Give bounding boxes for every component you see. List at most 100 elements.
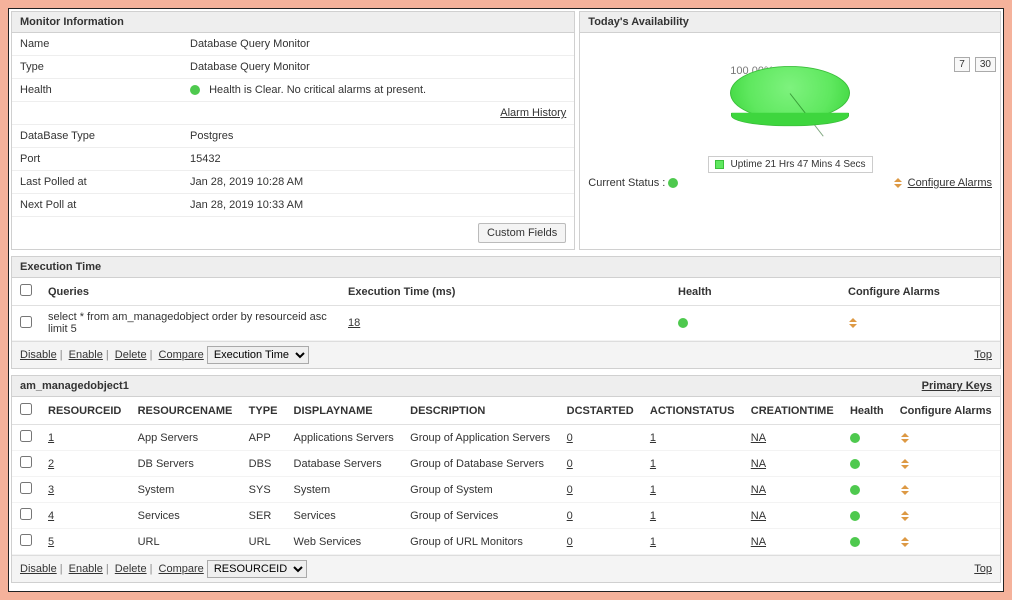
resourcename-cell: URL bbox=[130, 529, 241, 555]
dbtype-value: Postgres bbox=[182, 125, 574, 148]
availability-legend: Uptime 21 Hrs 47 Mins 4 Secs bbox=[708, 156, 873, 173]
resourcename-cell: App Servers bbox=[130, 425, 241, 451]
row-health-icon bbox=[850, 433, 860, 443]
dcstarted-link[interactable]: 0 bbox=[567, 510, 573, 522]
health-value: Health is Clear. No critical alarms at p… bbox=[209, 84, 426, 96]
resourceid-link[interactable]: 5 bbox=[48, 536, 54, 548]
exec-row-checkbox[interactable] bbox=[20, 316, 32, 328]
col-dcstarted: DCSTARTED bbox=[559, 397, 642, 425]
resourcename-cell: System bbox=[130, 477, 241, 503]
port-label: Port bbox=[12, 148, 182, 171]
availability-panel: Today's Availability 100.00% 7 30 Uptime… bbox=[579, 11, 1001, 250]
managed-compare-select[interactable]: RESOURCEID bbox=[207, 560, 307, 578]
managed-delete-link[interactable]: Delete bbox=[115, 563, 147, 575]
type-cell: APP bbox=[241, 425, 286, 451]
legend-text: Uptime 21 Hrs 47 Mins 4 Secs bbox=[731, 159, 866, 170]
displayname-cell: Applications Servers bbox=[286, 425, 403, 451]
row-config-alarm-icon[interactable] bbox=[900, 432, 912, 444]
row-checkbox[interactable] bbox=[20, 430, 32, 442]
resourcename-cell: DB Servers bbox=[130, 451, 241, 477]
type-cell: SYS bbox=[241, 477, 286, 503]
creationtime-link[interactable]: NA bbox=[751, 536, 766, 548]
legend-swatch-icon bbox=[715, 160, 724, 169]
row-checkbox[interactable] bbox=[20, 508, 32, 520]
managed-top-link[interactable]: Top bbox=[974, 563, 992, 575]
managed-compare-link[interactable]: Compare bbox=[159, 563, 204, 575]
description-cell: Group of Application Servers bbox=[402, 425, 559, 451]
name-value: Database Query Monitor bbox=[182, 33, 574, 56]
row-config-alarm-icon[interactable] bbox=[900, 510, 912, 522]
creationtime-link[interactable]: NA bbox=[751, 484, 766, 496]
table-row: 5URLURLWeb ServicesGroup of URL Monitors… bbox=[12, 529, 1000, 555]
col-description: DESCRIPTION bbox=[402, 397, 559, 425]
col-type: TYPE bbox=[241, 397, 286, 425]
table-row: 1 App ServersAPPApplications ServersGroup… bbox=[12, 425, 1000, 451]
description-cell: Group of Services bbox=[402, 503, 559, 529]
managed-select-all-checkbox[interactable] bbox=[20, 403, 32, 415]
configure-alarms-link[interactable]: Configure Alarms bbox=[908, 177, 992, 189]
col-health: Health bbox=[670, 278, 840, 306]
exec-delete-link[interactable]: Delete bbox=[115, 349, 147, 361]
table-row: 4ServicesSERServicesGroup of Services01N… bbox=[12, 503, 1000, 529]
actionstatus-link[interactable]: 1 bbox=[650, 536, 656, 548]
managed-disable-link[interactable]: Disable bbox=[20, 563, 57, 575]
col-creationtime: CREATIONTIME bbox=[743, 397, 842, 425]
row-config-alarm-icon[interactable] bbox=[900, 536, 912, 548]
exec-config-alarm-icon[interactable] bbox=[848, 317, 860, 329]
col-resourcename: RESOURCENAME bbox=[130, 397, 241, 425]
current-status-icon bbox=[668, 178, 678, 188]
exec-top-link[interactable]: Top bbox=[974, 349, 992, 361]
monitor-info-title: Monitor Information bbox=[12, 12, 574, 33]
page-root: Monitor Information Name Database Query … bbox=[8, 8, 1004, 592]
primary-keys-link[interactable]: Primary Keys bbox=[922, 380, 992, 392]
displayname-cell: Services bbox=[286, 503, 403, 529]
exec-select-all-checkbox[interactable] bbox=[20, 284, 32, 296]
col-config: Configure Alarms bbox=[892, 397, 1000, 425]
availability-pie-chart bbox=[580, 35, 1000, 150]
row-checkbox[interactable] bbox=[20, 482, 32, 494]
actionstatus-link[interactable]: 1 bbox=[650, 484, 656, 496]
exec-health-icon bbox=[678, 318, 688, 328]
resourceid-link[interactable]: 4 bbox=[48, 510, 54, 522]
exec-ms-link[interactable]: 18 bbox=[348, 317, 360, 329]
creationtime-link[interactable]: NA bbox=[751, 432, 766, 444]
resourceid-link[interactable]: 3 bbox=[48, 484, 54, 496]
dcstarted-link[interactable]: 0 bbox=[567, 458, 573, 470]
nextpoll-value: Jan 28, 2019 10:33 AM bbox=[182, 194, 574, 217]
actionstatus-link[interactable]: 1 bbox=[650, 432, 656, 444]
actionstatus-link[interactable]: 1 bbox=[650, 510, 656, 522]
row-health-icon bbox=[850, 459, 860, 469]
row-config-alarm-icon[interactable] bbox=[900, 484, 912, 496]
col-exec-time: Execution Time (ms) bbox=[340, 278, 670, 306]
exec-enable-link[interactable]: Enable bbox=[69, 349, 103, 361]
health-label: Health bbox=[12, 79, 182, 102]
table-row: 2DB ServersDBSDatabase ServersGroup of D… bbox=[12, 451, 1000, 477]
description-cell: Group of System bbox=[402, 477, 559, 503]
type-cell: URL bbox=[241, 529, 286, 555]
creationtime-link[interactable]: NA bbox=[751, 510, 766, 522]
exec-disable-link[interactable]: Disable bbox=[20, 349, 57, 361]
col-resourceid: RESOURCEID bbox=[40, 397, 130, 425]
lastpoll-value: Jan 28, 2019 10:28 AM bbox=[182, 171, 574, 194]
execution-time-title: Execution Time bbox=[12, 257, 1000, 278]
actionstatus-link[interactable]: 1 bbox=[650, 458, 656, 470]
custom-fields-button[interactable]: Custom Fields bbox=[478, 223, 566, 243]
dcstarted-link[interactable]: 0 bbox=[567, 536, 573, 548]
alarm-history-link[interactable]: Alarm History bbox=[500, 107, 566, 119]
configure-alarms-icon bbox=[893, 177, 908, 189]
exec-compare-select[interactable]: Execution Time bbox=[207, 346, 309, 364]
row-checkbox[interactable] bbox=[20, 534, 32, 546]
exec-compare-link[interactable]: Compare bbox=[159, 349, 204, 361]
resourceid-link[interactable]: 2 bbox=[48, 458, 54, 470]
health-status-icon bbox=[190, 85, 200, 95]
dcstarted-link[interactable]: 0 bbox=[567, 484, 573, 496]
row-config-alarm-icon[interactable] bbox=[900, 458, 912, 470]
execution-time-panel: Execution Time Queries Execution Time (m… bbox=[11, 256, 1001, 369]
row-checkbox[interactable] bbox=[20, 456, 32, 468]
creationtime-link[interactable]: NA bbox=[751, 458, 766, 470]
displayname-cell: Web Services bbox=[286, 529, 403, 555]
resourceid-link[interactable]: 1 bbox=[48, 432, 54, 444]
dcstarted-link[interactable]: 0 bbox=[567, 432, 573, 444]
exec-query-text: select * from am_managedobject order by … bbox=[40, 306, 340, 341]
managed-enable-link[interactable]: Enable bbox=[69, 563, 103, 575]
